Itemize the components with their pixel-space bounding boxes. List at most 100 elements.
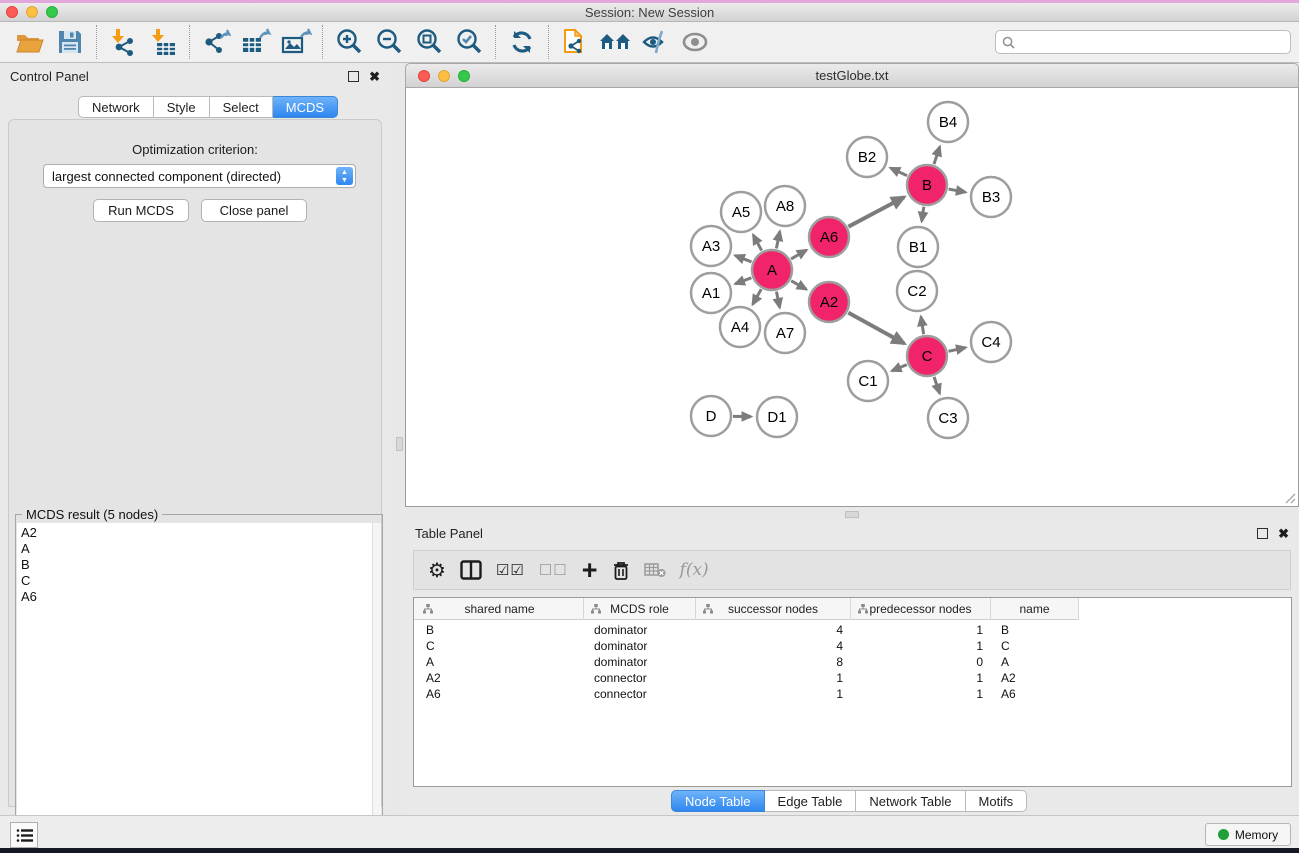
tab-style[interactable]: Style bbox=[154, 96, 210, 118]
edge-B-B3[interactable] bbox=[949, 189, 966, 192]
import-network-button[interactable] bbox=[103, 25, 143, 59]
refresh-button[interactable] bbox=[502, 25, 542, 59]
horizontal-splitter-handle[interactable] bbox=[845, 511, 859, 518]
save-session-button[interactable] bbox=[50, 25, 90, 59]
node-A4[interactable]: A4 bbox=[720, 307, 760, 347]
node-A2[interactable]: A2 bbox=[809, 282, 849, 322]
node-D1[interactable]: D1 bbox=[757, 397, 797, 437]
edge-A-A8[interactable] bbox=[776, 231, 779, 248]
float-panel-icon[interactable] bbox=[348, 71, 359, 82]
network-window-titlebar[interactable]: testGlobe.txt bbox=[405, 63, 1299, 88]
node-A7[interactable]: A7 bbox=[765, 313, 805, 353]
node-D[interactable]: D bbox=[691, 396, 731, 436]
column-header-predecessor-nodes[interactable]: predecessor nodes bbox=[851, 598, 991, 620]
show-eye-button[interactable] bbox=[675, 25, 715, 59]
open-file-button[interactable] bbox=[10, 25, 50, 59]
edge-B-B1[interactable] bbox=[922, 207, 924, 221]
delete-column-trash-icon[interactable] bbox=[612, 560, 630, 581]
close-panel-button[interactable]: Close panel bbox=[201, 199, 307, 222]
edge-C-C3[interactable] bbox=[934, 377, 940, 394]
node-A6[interactable]: A6 bbox=[809, 217, 849, 257]
node-C2[interactable]: C2 bbox=[897, 271, 937, 311]
column-header-MCDS-role[interactable]: MCDS role bbox=[584, 598, 696, 620]
edge-C-C2[interactable] bbox=[921, 317, 924, 335]
node-A1[interactable]: A1 bbox=[691, 273, 731, 313]
edge-C-C1[interactable] bbox=[892, 365, 907, 371]
edge-A-A6[interactable] bbox=[791, 250, 806, 259]
zoom-out-button[interactable] bbox=[369, 25, 409, 59]
zoom-selected-button[interactable] bbox=[449, 25, 489, 59]
table-row[interactable]: A6connector11A6 bbox=[414, 686, 1079, 702]
table-row[interactable]: Cdominator41C bbox=[414, 638, 1079, 654]
edge-A-A4[interactable] bbox=[753, 289, 762, 304]
result-item[interactable]: A6 bbox=[21, 589, 372, 605]
run-mcds-button[interactable]: Run MCDS bbox=[93, 199, 189, 222]
vertical-splitter-handle[interactable] bbox=[396, 437, 403, 451]
node-A[interactable]: A bbox=[752, 250, 792, 290]
edge-B-B2[interactable] bbox=[891, 168, 908, 176]
result-scrollbar[interactable] bbox=[372, 523, 381, 852]
task-history-button[interactable] bbox=[10, 822, 38, 848]
tab-network-table[interactable]: Network Table bbox=[856, 790, 965, 812]
tab-mcds[interactable]: MCDS bbox=[273, 96, 338, 118]
export-table-button[interactable] bbox=[236, 25, 276, 59]
network-graph[interactable]: B4B2BB3A8A5A6A3B1AC2A1A2A4A7C4CC1C3DD1 bbox=[406, 88, 1297, 505]
node-B4[interactable]: B4 bbox=[928, 102, 968, 142]
edge-B-B4[interactable] bbox=[934, 147, 940, 164]
select-all-columns-icon[interactable]: ☑☑ bbox=[496, 561, 525, 579]
tab-select[interactable]: Select bbox=[210, 96, 273, 118]
column-selector-icon[interactable] bbox=[460, 560, 482, 580]
table-row[interactable]: Adominator80A bbox=[414, 654, 1079, 670]
node-C1[interactable]: C1 bbox=[848, 361, 888, 401]
node-B1[interactable]: B1 bbox=[898, 227, 938, 267]
edge-A-A7[interactable] bbox=[776, 292, 779, 308]
edge-A-A3[interactable] bbox=[735, 256, 751, 262]
new-network-from-file-button[interactable] bbox=[555, 25, 595, 59]
tab-network[interactable]: Network bbox=[78, 96, 154, 118]
search-input[interactable] bbox=[1019, 35, 1290, 50]
tab-node-table[interactable]: Node Table bbox=[671, 790, 765, 812]
tab-motifs[interactable]: Motifs bbox=[966, 790, 1028, 812]
export-network-button[interactable] bbox=[196, 25, 236, 59]
zoom-in-button[interactable] bbox=[329, 25, 369, 59]
column-header-name[interactable]: name bbox=[991, 598, 1079, 620]
node-C4[interactable]: C4 bbox=[971, 322, 1011, 362]
close-table-panel-icon[interactable]: ✖ bbox=[1278, 528, 1289, 539]
result-item[interactable]: A bbox=[21, 541, 372, 557]
node-table[interactable]: shared nameMCDS rolesuccessor nodesprede… bbox=[413, 597, 1292, 787]
node-B3[interactable]: B3 bbox=[971, 177, 1011, 217]
export-image-button[interactable] bbox=[276, 25, 316, 59]
table-row[interactable]: A2connector11A2 bbox=[414, 670, 1079, 686]
cybrowser-home-button[interactable] bbox=[595, 25, 635, 59]
window-resize-grip[interactable] bbox=[1284, 492, 1296, 504]
edge-A6-B[interactable] bbox=[848, 197, 904, 227]
edge-A-A5[interactable] bbox=[753, 235, 761, 251]
table-settings-gear-icon[interactable]: ⚙ bbox=[428, 558, 446, 583]
close-panel-icon[interactable]: ✖ bbox=[369, 71, 380, 82]
node-A3[interactable]: A3 bbox=[691, 226, 731, 266]
node-A5[interactable]: A5 bbox=[721, 192, 761, 232]
edge-C-C4[interactable] bbox=[948, 348, 965, 352]
network-canvas[interactable]: B4B2BB3A8A5A6A3B1AC2A1A2A4A7C4CC1C3DD1 bbox=[405, 88, 1299, 507]
toolbar-search-field[interactable] bbox=[995, 30, 1291, 54]
result-item[interactable]: C bbox=[21, 573, 372, 589]
node-C3[interactable]: C3 bbox=[928, 398, 968, 438]
node-B2[interactable]: B2 bbox=[847, 137, 887, 177]
result-item[interactable]: A2 bbox=[21, 525, 372, 541]
result-item[interactable]: B bbox=[21, 557, 372, 573]
criterion-select[interactable]: largest connected component (directed) ▲… bbox=[43, 164, 356, 188]
table-row[interactable]: Bdominator41B bbox=[414, 622, 1079, 638]
edge-A2-C[interactable] bbox=[848, 313, 904, 344]
edge-A-A2[interactable] bbox=[791, 281, 806, 290]
unselect-all-columns-icon[interactable]: ☐☐ bbox=[539, 561, 568, 579]
mcds-result-list[interactable]: A2ABCA6 bbox=[17, 523, 372, 852]
column-header-shared-name[interactable]: shared name bbox=[416, 598, 584, 620]
tab-edge-table[interactable]: Edge Table bbox=[765, 790, 857, 812]
edge-A-A1[interactable] bbox=[735, 278, 751, 284]
import-table-button[interactable] bbox=[143, 25, 183, 59]
node-B[interactable]: B bbox=[907, 165, 947, 205]
memory-button[interactable]: Memory bbox=[1205, 823, 1291, 846]
float-table-panel-icon[interactable] bbox=[1257, 528, 1268, 539]
create-column-icon[interactable]: + bbox=[582, 560, 598, 580]
zoom-fit-button[interactable] bbox=[409, 25, 449, 59]
